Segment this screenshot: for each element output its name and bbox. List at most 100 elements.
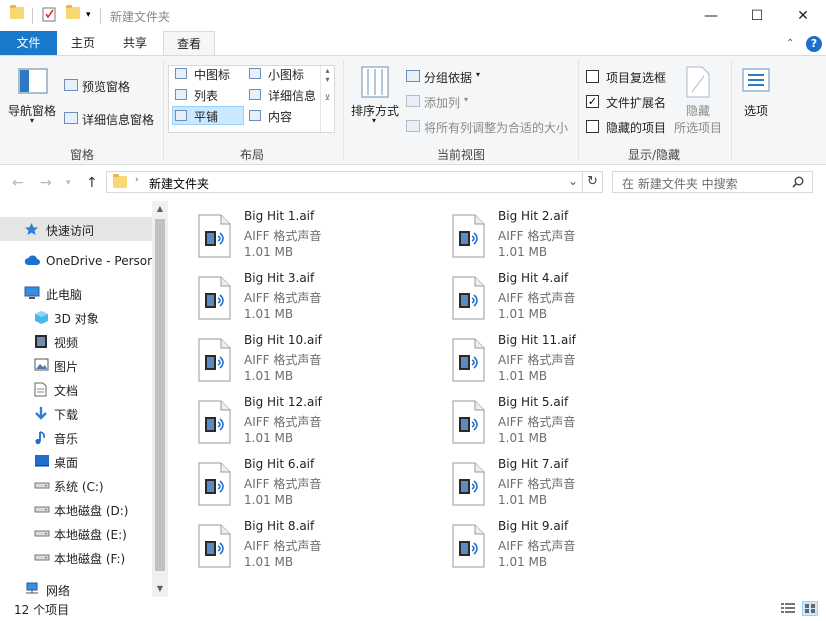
details-view-icon[interactable]	[780, 601, 796, 616]
address-history-icon[interactable]: ⌄	[568, 174, 578, 188]
file-name: Big Hit 7.aif	[498, 457, 569, 471]
file-size: 1.01 MB	[244, 307, 294, 321]
sidebar-item-label: 3D 对象	[54, 312, 99, 326]
file-name: Big Hit 3.aif	[244, 271, 315, 285]
scroll-down-icon[interactable]: ▼	[152, 581, 168, 597]
tab-file[interactable]: 文件	[0, 31, 57, 55]
sidebar-item[interactable]: 桌面	[0, 449, 152, 473]
file-tile[interactable]: Big Hit 7.aif AIFF 格式声音 1.01 MB	[422, 449, 672, 507]
file-tile[interactable]: Big Hit 2.aif AIFF 格式声音 1.01 MB	[422, 201, 672, 259]
properties-icon[interactable]	[42, 6, 56, 22]
file-tile[interactable]: Big Hit 4.aif AIFF 格式声音 1.01 MB	[422, 263, 672, 321]
maximize-button[interactable]: ☐	[734, 0, 780, 31]
hide-selected-sub: 所选项目	[674, 121, 723, 135]
customize-qat-icon[interactable]: ▾	[86, 10, 91, 20]
layout-tiles[interactable]: 平铺	[194, 108, 218, 125]
preview-pane-button[interactable]: 预览窗格	[82, 78, 130, 95]
chevron-down-icon[interactable]: ▾	[30, 116, 34, 125]
file-extensions-checkbox[interactable]: ✓	[586, 95, 599, 108]
file-tile[interactable]: Big Hit 3.aif AIFF 格式声音 1.01 MB	[168, 263, 418, 321]
address-bar[interactable]: › 新建文件夹 ⌄	[106, 171, 583, 193]
size-all-columns-button[interactable]: 将所有列调整为合适的大小	[424, 119, 568, 136]
file-extensions-label: 文件扩展名	[606, 96, 667, 110]
file-size: 1.01 MB	[498, 369, 548, 383]
sidebar-scrollbar[interactable]: ▲ ▼	[152, 201, 168, 597]
sidebar-item[interactable]: 音乐	[0, 425, 152, 449]
address-row: ← → ▾ ↑ › 新建文件夹 ⌄ ↻ 在 新建文件夹 中搜索	[0, 166, 826, 200]
chevron-down-icon[interactable]: ▾	[464, 95, 468, 104]
layout-list[interactable]: 列表	[194, 87, 218, 104]
chevron-down-icon[interactable]: ▾	[372, 116, 376, 125]
sidebar-item[interactable]: 3D 对象	[0, 305, 152, 329]
audio-file-icon	[198, 462, 231, 506]
large-icons-view-icon[interactable]	[802, 601, 818, 616]
add-columns-button[interactable]: 添加列	[424, 94, 460, 111]
layout-content[interactable]: 内容	[268, 108, 292, 125]
forward-arrow-icon[interactable]: →	[40, 175, 52, 191]
layout-details[interactable]: 详细信息	[268, 87, 316, 104]
sidebar-item[interactable]: 此电脑	[0, 281, 152, 305]
sidebar-item[interactable]: 本地磁盘 (E:)	[0, 521, 152, 545]
drive-icon	[34, 502, 50, 516]
scroll-up-icon[interactable]: ▲	[152, 201, 168, 217]
file-tile[interactable]: Big Hit 12.aif AIFF 格式声音 1.01 MB	[168, 387, 418, 445]
layout-scroll[interactable]: ▴ ▾ ⊻	[320, 66, 334, 132]
file-name: Big Hit 6.aif	[244, 457, 315, 471]
divider	[32, 8, 33, 24]
divider	[578, 60, 579, 160]
tab-home[interactable]: 主页	[57, 31, 109, 55]
drive-icon	[34, 550, 50, 564]
sidebar-item[interactable]: 文档	[0, 377, 152, 401]
file-tile[interactable]: Big Hit 11.aif AIFF 格式声音 1.01 MB	[422, 325, 672, 383]
file-tile[interactable]: Big Hit 1.aif AIFF 格式声音 1.01 MB	[168, 201, 418, 259]
file-tile[interactable]: Big Hit 10.aif AIFF 格式声音 1.01 MB	[168, 325, 418, 383]
sidebar-item-label: 下载	[54, 408, 79, 422]
tab-share[interactable]: 共享	[109, 31, 161, 55]
sidebar-item[interactable]: 视频	[0, 329, 152, 353]
close-button[interactable]: ✕	[780, 0, 826, 31]
group-by-button[interactable]: 分组依据	[424, 69, 472, 86]
file-tile[interactable]: Big Hit 8.aif AIFF 格式声音 1.01 MB	[168, 511, 418, 569]
layout-small-icons[interactable]: 小图标	[268, 66, 304, 83]
back-arrow-icon[interactable]: ←	[12, 175, 24, 191]
file-tile[interactable]: Big Hit 9.aif AIFF 格式声音 1.01 MB	[422, 511, 672, 569]
recent-locations-icon[interactable]: ▾	[66, 178, 71, 188]
address-path[interactable]: 新建文件夹	[149, 175, 209, 192]
chevron-right-icon[interactable]: ›	[135, 175, 139, 185]
sidebar-item[interactable]: 本地磁盘 (F:)	[0, 545, 152, 569]
sidebar-item-label: 系统 (C:)	[54, 480, 104, 494]
file-size: 1.01 MB	[244, 493, 294, 507]
layout-medium-icons[interactable]: 中图标	[194, 66, 230, 83]
ribbon: 导航窗格 ▾ 预览窗格 详细信息窗格 窗格 中图标 小图标 列表 详细信息 平铺…	[0, 55, 826, 165]
minimize-button[interactable]: —	[688, 0, 734, 31]
file-name: Big Hit 9.aif	[498, 519, 569, 533]
new-folder-icon[interactable]	[66, 5, 80, 19]
sidebar-item[interactable]: 快速访问	[0, 217, 152, 241]
sidebar-item-label: 音乐	[54, 432, 79, 446]
sidebar-item[interactable]: OneDrive - Person	[0, 249, 152, 273]
sidebar-item[interactable]: 下载	[0, 401, 152, 425]
sidebar-item[interactable]: 系统 (C:)	[0, 473, 152, 497]
hide-selected-icon	[686, 66, 710, 101]
scroll-thumb[interactable]	[155, 219, 165, 571]
video-icon	[34, 334, 49, 348]
file-tile[interactable]: Big Hit 5.aif AIFF 格式声音 1.01 MB	[422, 387, 672, 445]
refresh-icon[interactable]: ↻	[583, 171, 603, 193]
help-icon[interactable]: ?	[806, 36, 822, 52]
hidden-items-checkbox[interactable]	[586, 120, 599, 133]
item-checkboxes-checkbox[interactable]	[586, 70, 599, 83]
hide-selected-button[interactable]: 隐藏	[686, 102, 710, 119]
sidebar-item[interactable]: 图片	[0, 353, 152, 377]
search-input[interactable]: 在 新建文件夹 中搜索	[612, 171, 813, 193]
details-pane-button[interactable]: 详细信息窗格	[82, 111, 154, 128]
content-icon	[249, 110, 261, 121]
file-tile[interactable]: Big Hit 6.aif AIFF 格式声音 1.01 MB	[168, 449, 418, 507]
chevron-down-icon[interactable]: ▾	[476, 70, 480, 79]
collapse-ribbon-icon[interactable]: ⌃	[786, 38, 794, 49]
tab-view[interactable]: 查看	[163, 31, 215, 56]
options-button[interactable]: 选项	[744, 102, 768, 119]
music-icon	[34, 430, 49, 445]
sidebar-item[interactable]: 本地磁盘 (D:)	[0, 497, 152, 521]
search-icon[interactable]	[792, 176, 804, 191]
up-arrow-icon[interactable]: ↑	[86, 175, 98, 191]
